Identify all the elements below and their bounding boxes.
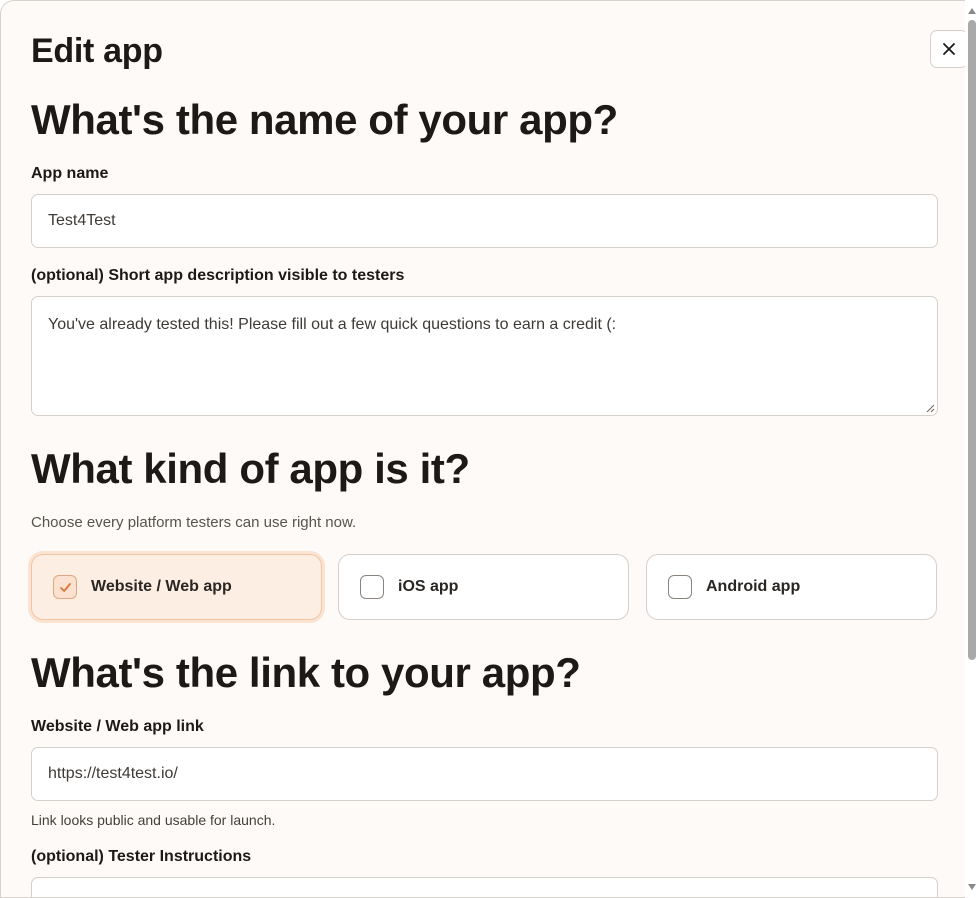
resize-handle-icon[interactable]: [926, 404, 935, 413]
platform-helper-text: Choose every platform testers can use ri…: [31, 514, 357, 531]
link-section-heading: What's the link to your app?: [31, 649, 581, 696]
platform-label-android: Android app: [706, 578, 801, 595]
platform-label-ios: iOS app: [398, 578, 459, 595]
app-name-input[interactable]: Test4Test: [31, 194, 938, 248]
app-link-input[interactable]: https://test4test.io/: [31, 747, 938, 801]
app-name-label: App name: [31, 165, 109, 182]
checkbox-unchecked[interactable]: [360, 575, 384, 599]
modal-title: Edit app: [31, 32, 163, 70]
scroll-up-arrow-icon[interactable]: [968, 8, 976, 14]
instructions-label: (optional) Tester Instructions: [31, 848, 252, 865]
link-label: Website / Web app link: [31, 718, 204, 735]
close-icon: [943, 43, 955, 55]
scroll-thumb[interactable]: [968, 20, 976, 660]
platform-label-web: Website / Web app: [91, 578, 232, 595]
scrollbar[interactable]: [965, 0, 979, 898]
description-label: (optional) Short app description visible…: [31, 267, 405, 284]
platform-option-android[interactable]: Android app: [646, 554, 937, 620]
link-helper-text: Link looks public and usable for launch.: [31, 812, 276, 828]
platform-option-web[interactable]: Website / Web app: [31, 554, 322, 620]
checkmark-icon: [59, 582, 71, 592]
close-button[interactable]: [930, 30, 965, 68]
name-section-heading: What's the name of your app?: [31, 96, 618, 143]
checkbox-unchecked[interactable]: [668, 575, 692, 599]
description-textarea[interactable]: You've already tested this! Please fill …: [31, 296, 938, 416]
description-text: You've already tested this! Please fill …: [48, 316, 617, 333]
kind-section-heading: What kind of app is it?: [31, 445, 470, 492]
scroll-down-arrow-icon[interactable]: [968, 884, 976, 890]
checkbox-checked[interactable]: [53, 575, 77, 599]
edit-app-modal: Edit app What's the name of your app? Ap…: [0, 0, 965, 898]
instructions-textarea[interactable]: [31, 877, 938, 897]
platform-options: Website / Web app iOS app Android app: [31, 554, 938, 620]
platform-option-ios[interactable]: iOS app: [338, 554, 629, 620]
